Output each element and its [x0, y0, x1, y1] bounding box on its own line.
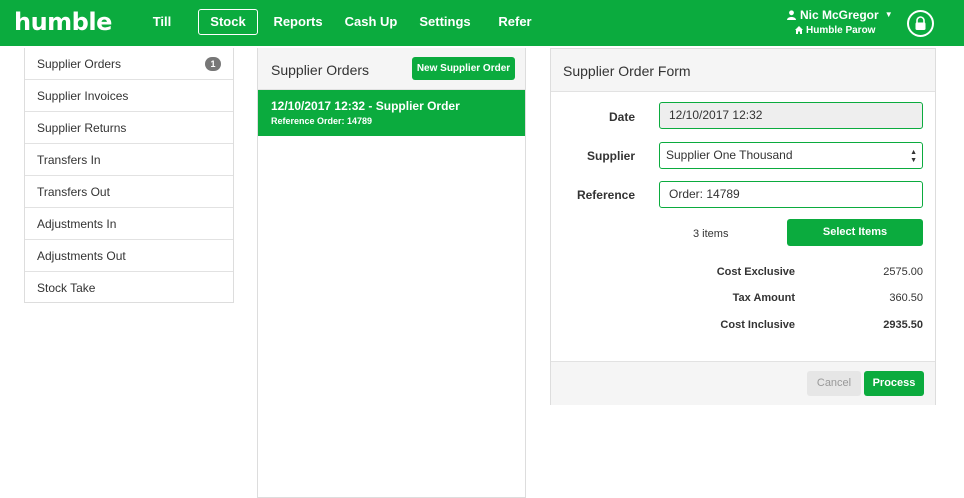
- sidebar-item-transfers-in[interactable]: Transfers In: [25, 144, 233, 176]
- stock-sidebar: Supplier Orders 1 Supplier Invoices Supp…: [24, 48, 234, 303]
- tax-amount-value: 360.50: [889, 292, 923, 304]
- select-items-button[interactable]: Select Items: [787, 219, 923, 246]
- reference-input[interactable]: Order: 14789: [659, 181, 923, 208]
- reference-label: Reference: [576, 188, 635, 202]
- order-reference: Reference Order: 14789: [271, 116, 373, 126]
- sidebar-item-label: Adjustments In: [37, 217, 117, 231]
- nav-item-settings[interactable]: Settings: [418, 9, 472, 35]
- nav-item-stock[interactable]: Stock: [198, 9, 258, 35]
- cost-exclusive-value: 2575.00: [883, 266, 923, 278]
- order-title: 12/10/2017 12:32 - Supplier Order: [271, 99, 460, 113]
- cost-inclusive-value: 2935.50: [883, 319, 923, 331]
- sidebar-item-stock-take[interactable]: Stock Take: [25, 272, 233, 304]
- sidebar-item-label: Stock Take: [37, 281, 96, 295]
- sidebar-item-supplier-orders[interactable]: Supplier Orders 1: [25, 48, 233, 80]
- supplier-order-form: Supplier Order Form Date 12/10/2017 12:3…: [550, 48, 936, 405]
- tax-amount-label: Tax Amount: [732, 292, 795, 304]
- sidebar-item-label: Transfers Out: [37, 185, 110, 199]
- sidebar-item-adjustments-out[interactable]: Adjustments Out: [25, 240, 233, 272]
- store-label: Humble Parow: [806, 25, 876, 36]
- new-supplier-order-button[interactable]: New Supplier Order: [412, 57, 515, 80]
- nav-item-till[interactable]: Till: [143, 9, 181, 35]
- sidebar-item-transfers-out[interactable]: Transfers Out: [25, 176, 233, 208]
- date-field: 12/10/2017 12:32: [659, 102, 923, 129]
- supplier-label: Supplier: [586, 149, 635, 163]
- sidebar-item-label: Supplier Orders: [37, 57, 122, 71]
- sidebar-item-label: Supplier Returns: [37, 121, 127, 135]
- sidebar-item-adjustments-in[interactable]: Adjustments In: [25, 208, 233, 240]
- count-badge: 1: [205, 57, 221, 71]
- sidebar-item-label: Transfers In: [37, 153, 101, 167]
- supplier-selected-value: Supplier One Thousand: [666, 148, 793, 162]
- sidebar-item-label: Adjustments Out: [37, 249, 126, 263]
- select-arrows-icon: ▲ ▼: [910, 149, 917, 164]
- process-button[interactable]: Process: [864, 371, 924, 396]
- humble-logo[interactable]: humble: [14, 8, 112, 36]
- caret-down-icon: ▼: [884, 10, 893, 19]
- user-menu[interactable]: Nic McGregor ▼: [787, 8, 893, 22]
- nav-item-cash-up[interactable]: Cash Up: [342, 9, 400, 35]
- cost-inclusive-label: Cost Inclusive: [720, 319, 795, 331]
- cost-exclusive-label: Cost Exclusive: [716, 266, 795, 278]
- orders-panel-header: Supplier Orders New Supplier Order: [258, 48, 525, 90]
- lock-button[interactable]: [907, 10, 934, 37]
- sidebar-item-label: Supplier Invoices: [37, 89, 129, 103]
- supplier-orders-panel: Supplier Orders New Supplier Order 12/10…: [257, 48, 526, 498]
- user-name: Nic McGregor: [800, 8, 879, 22]
- nav-item-refer[interactable]: Refer: [492, 9, 538, 35]
- store-name: Humble Parow: [795, 25, 875, 36]
- orders-panel-title: Supplier Orders: [271, 62, 370, 78]
- lock-icon: [915, 16, 926, 30]
- order-list-item[interactable]: 12/10/2017 12:32 - Supplier Order Refere…: [258, 90, 525, 136]
- form-footer: Cancel Process: [551, 361, 935, 405]
- nav-item-reports[interactable]: Reports: [271, 9, 325, 35]
- form-header: Supplier Order Form: [551, 49, 935, 92]
- user-icon: [787, 10, 796, 20]
- sidebar-item-supplier-returns[interactable]: Supplier Returns: [25, 112, 233, 144]
- cancel-button[interactable]: Cancel: [807, 371, 861, 396]
- form-title: Supplier Order Form: [563, 63, 691, 79]
- sidebar-item-supplier-invoices[interactable]: Supplier Invoices: [25, 80, 233, 112]
- items-count: 3 items: [693, 228, 729, 240]
- home-icon: [795, 26, 803, 34]
- top-navbar: humble Till Stock Reports Cash Up Settin…: [0, 0, 964, 46]
- supplier-select[interactable]: Supplier One Thousand ▲ ▼: [659, 142, 923, 169]
- date-label: Date: [608, 110, 635, 124]
